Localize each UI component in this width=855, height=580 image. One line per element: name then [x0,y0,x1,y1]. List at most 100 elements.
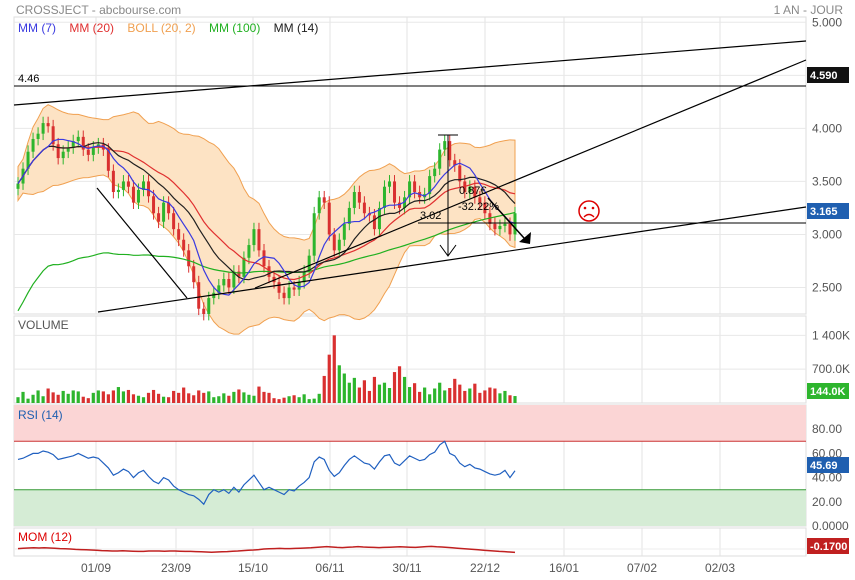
candle-body [377,207,381,230]
legend-mm7: MM (7) [18,21,56,35]
candle-body [46,123,50,127]
volume-bar [503,390,507,403]
volume-bar [478,392,482,403]
x-tick-label: 15/10 [238,561,268,575]
volume-bar [81,396,85,403]
y-tick-label: 20.00 [812,495,842,509]
volume-bar [131,394,136,403]
volume-bar [513,396,517,403]
volume-bar [252,395,256,403]
candle-body [393,181,397,203]
volume-bar [458,384,462,403]
rsi-last-tag: 45.69 [810,460,838,472]
rsi-overbought-zone [14,405,806,442]
volume-bar [463,390,467,403]
legend-mm14: MM (14) [273,21,319,35]
volume-bar [106,394,110,403]
volume-bar [141,397,146,403]
candle-body [443,141,447,150]
candle-body [61,151,65,159]
y-tick-label: 4.000 [812,121,842,135]
candle-body [182,239,186,251]
y-tick-label: 2.500 [812,280,842,294]
volume-bar [362,380,366,403]
candle-body [337,239,341,251]
volume-bar [508,395,512,403]
candle-body [262,250,266,267]
candle-body [287,287,291,299]
volume-bar [317,393,321,403]
candle-body [382,186,386,208]
volume-bar [56,394,60,403]
volume-bar [71,390,75,403]
volume-bar [428,394,432,403]
candle-body [387,181,391,187]
candle-body [438,149,442,169]
volume-bar [332,335,336,403]
y-tick-label: 700.0K [812,362,850,376]
legend: MM (7) MM (20) BOLL (20, 2) MM (100) MM … [18,21,328,35]
resistance-label: 4.46 [18,73,39,85]
candle-body [147,181,151,197]
volume-bar [96,390,100,403]
volume-bar [76,391,80,403]
candle-body [413,181,417,193]
volume-bar [347,382,351,403]
last-price-tag: 3.165 [810,206,838,218]
candle-body [76,136,80,142]
candle-body [292,287,296,290]
candle-body [513,213,517,235]
volume-bar [337,365,341,403]
candle-body [508,223,512,235]
volume-bar [342,373,346,403]
x-tick-label: 07/02 [627,561,657,575]
candle-body [121,181,125,190]
volume-bar [488,387,492,403]
candle-body [252,229,256,246]
volume-bar [267,392,271,403]
volume-bar [387,388,392,403]
candle-body [187,250,191,267]
volume-bar [192,395,196,403]
candle-body [498,225,502,230]
x-tick-label: 30/11 [392,561,421,575]
volume-bar [217,396,221,403]
candle-body [277,282,281,293]
volume-bar [352,377,356,403]
volume-bar [327,354,331,403]
volume-bar [182,387,186,403]
candle-body [357,192,361,203]
volume-bar [402,376,407,403]
volume-bar [407,387,412,403]
candle-body [282,292,286,299]
x-tick-label: 22/12 [470,561,500,575]
candle-body [347,207,351,224]
volume-bar [61,390,65,403]
volume-bar [483,390,487,403]
volume-bar [453,378,457,403]
candle-body [362,202,366,214]
candle-body [227,278,231,288]
volume-bar [36,390,40,403]
candle-body [157,213,161,222]
x-tick-label: 23/09 [161,561,191,575]
volume-bar [448,388,452,403]
candle-body [31,138,35,152]
volume-bar [257,386,261,403]
volume-bar [121,391,126,403]
volume-bar [86,398,90,403]
volume-bar [167,397,171,403]
volume-bar [282,397,286,403]
rsi-title: RSI (14) [18,408,63,422]
volume-bar [116,387,121,403]
volume-bar [438,382,442,403]
sad-face-eye [591,206,595,210]
volume-bar [302,394,306,403]
candle-body [297,282,301,290]
volume-bar [51,392,55,403]
y-tick-label: 80.00 [812,422,842,436]
volume-bar [202,392,206,403]
candle-body [197,282,201,309]
volume-bar [372,376,377,403]
candle-body [317,197,321,214]
